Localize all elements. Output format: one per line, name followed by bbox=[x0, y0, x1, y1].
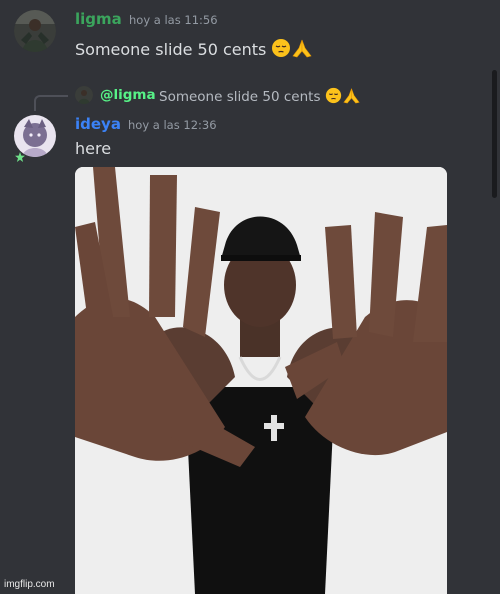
message-ligma: ligma hoy a las 11:56 Someone slide 50 c… bbox=[0, 0, 490, 80]
watermark: imgflip.com bbox=[4, 579, 55, 590]
scrollbar[interactable] bbox=[492, 70, 497, 198]
message-text: Someone slide 50 cents bbox=[75, 40, 267, 59]
reply-preview[interactable]: Someone slide 50 cents bbox=[159, 87, 361, 108]
attached-image[interactable] bbox=[75, 167, 447, 594]
timestamp: hoy a las 11:56 bbox=[129, 13, 218, 27]
timestamp: hoy a las 12:36 bbox=[128, 118, 217, 132]
reply-preview-text: Someone slide 50 cents bbox=[159, 89, 321, 105]
pensive-face-emoji-icon bbox=[271, 38, 291, 62]
username-ligma[interactable]: ligma bbox=[75, 10, 122, 28]
avatar-ligma[interactable] bbox=[14, 10, 56, 52]
pensive-face-emoji-icon bbox=[325, 87, 342, 108]
reply-avatar-ligma[interactable] bbox=[75, 86, 93, 104]
folded-hands-emoji-icon bbox=[291, 38, 313, 62]
username-ideya[interactable]: ideya bbox=[75, 115, 121, 133]
reply-mention[interactable]: @ligma bbox=[100, 87, 156, 103]
avatar-decoration-star-icon bbox=[15, 147, 25, 162]
reply-connector bbox=[34, 95, 68, 111]
message-text: here bbox=[75, 139, 112, 158]
folded-hands-emoji-icon bbox=[342, 87, 361, 108]
message-content: Someone slide 50 cents bbox=[75, 38, 313, 62]
